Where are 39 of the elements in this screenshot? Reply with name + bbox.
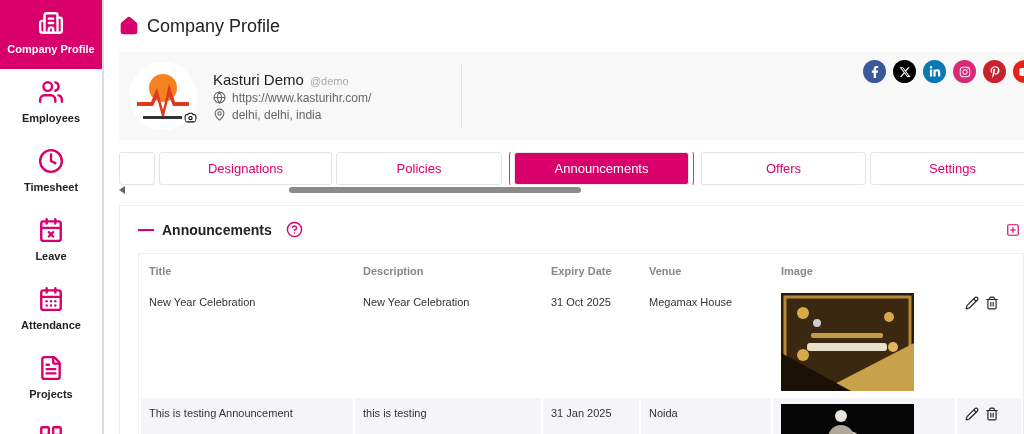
company-handle: @demo bbox=[309, 74, 349, 87]
edit-icon[interactable] bbox=[965, 296, 979, 310]
scroll-left-icon[interactable] bbox=[119, 186, 125, 194]
calendar-x-icon bbox=[38, 217, 64, 243]
website-link[interactable]: https://www.kasturihr.com/ bbox=[232, 90, 372, 105]
delete-icon[interactable] bbox=[985, 407, 999, 421]
add-icon[interactable] bbox=[1006, 222, 1020, 237]
company-name: Kasturi Demo bbox=[213, 70, 304, 88]
table-cell: This is testing Announcement bbox=[141, 398, 353, 434]
linkedin-icon[interactable] bbox=[923, 60, 946, 83]
section-title: Announcements bbox=[162, 221, 272, 238]
people-icon bbox=[38, 79, 64, 105]
instagram-icon[interactable] bbox=[953, 60, 976, 83]
x-icon[interactable] bbox=[893, 60, 916, 83]
facebook-icon[interactable] bbox=[863, 60, 886, 83]
delete-icon[interactable] bbox=[985, 296, 999, 310]
page-title: Company Profile bbox=[147, 15, 281, 37]
calendar-icon bbox=[38, 286, 64, 312]
tab[interactable]: Settings bbox=[870, 152, 1024, 185]
building-icon bbox=[38, 10, 64, 36]
clock-icon bbox=[38, 148, 64, 174]
edit-icon[interactable] bbox=[965, 407, 979, 421]
location-icon bbox=[213, 108, 226, 121]
tab[interactable]: Offers bbox=[701, 152, 866, 185]
sidebar-item[interactable]: Company Profile bbox=[0, 0, 102, 69]
help-icon[interactable] bbox=[285, 221, 303, 238]
home-icon bbox=[119, 16, 139, 36]
table-cell: 31 Jan 2025 bbox=[543, 398, 639, 434]
company-location: delhi, delhi, india bbox=[232, 107, 322, 122]
collapse-icon[interactable] bbox=[138, 228, 154, 231]
document-icon bbox=[38, 355, 64, 381]
globe-icon bbox=[213, 91, 226, 104]
table-cell: Noida bbox=[641, 398, 771, 434]
scrollbar-thumb[interactable] bbox=[289, 187, 581, 193]
tab[interactable]: Designations bbox=[159, 152, 332, 185]
table-cell: this is testing bbox=[355, 398, 541, 434]
camera-icon[interactable] bbox=[182, 109, 199, 126]
tab[interactable]: Policies bbox=[336, 152, 502, 185]
pinterest-icon[interactable] bbox=[983, 60, 1006, 83]
